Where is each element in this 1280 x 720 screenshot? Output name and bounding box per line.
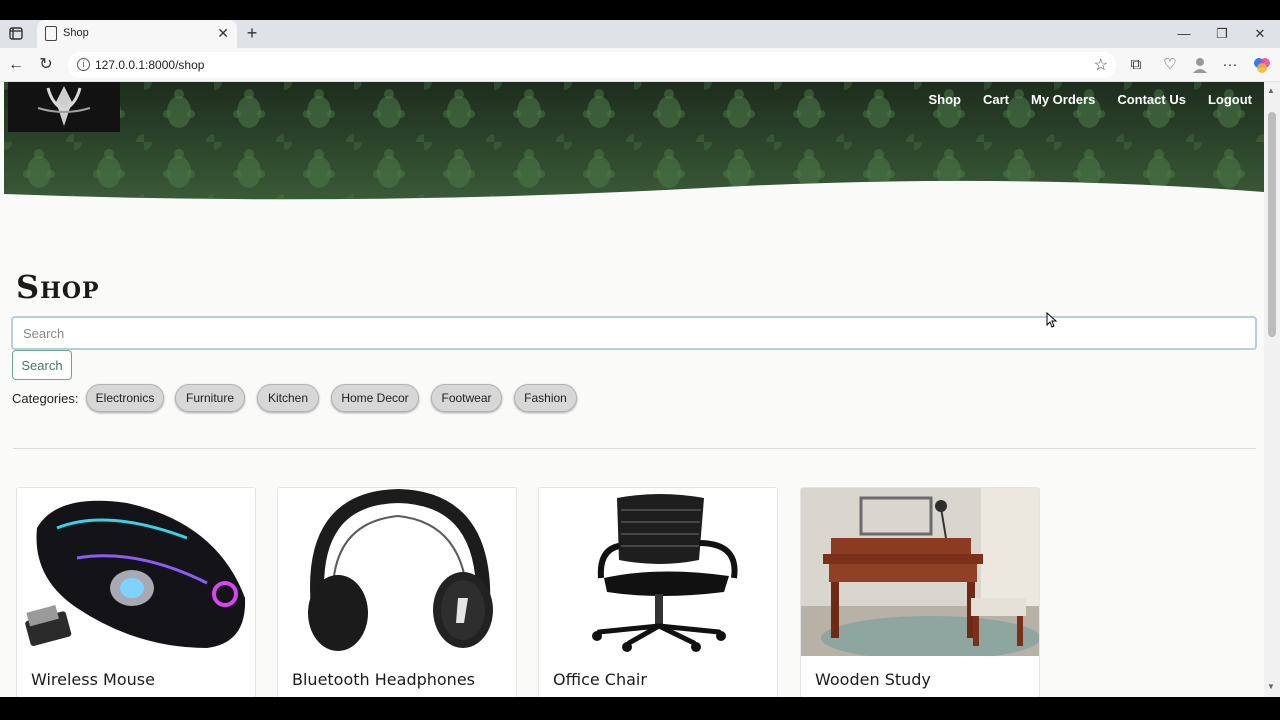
close-window-icon[interactable]: ✕	[1248, 24, 1272, 44]
site-info-icon[interactable]: i	[77, 58, 90, 71]
nav-shop-link[interactable]: Shop	[929, 92, 962, 107]
copilot-icon[interactable]	[1252, 55, 1272, 75]
tab-title: Shop	[63, 27, 89, 39]
minimize-icon[interactable]: —	[1172, 24, 1196, 44]
favorite-star-icon[interactable]: ☆	[1094, 55, 1108, 75]
browser-tab-active[interactable]: Shop ✕	[37, 20, 237, 48]
categories-label: Categories:	[12, 391, 79, 406]
product-card[interactable]: Office Chair	[538, 487, 778, 697]
page-title: Shop	[16, 268, 100, 306]
close-tab-icon[interactable]: ✕	[217, 25, 229, 41]
section-divider	[13, 448, 1256, 449]
product-name[interactable]: Wooden Study	[815, 670, 931, 689]
scroll-up-icon[interactable]: ▲	[1267, 86, 1275, 95]
extensions-icon[interactable]: ⧉	[1126, 55, 1146, 75]
scroll-down-icon[interactable]: ▼	[1267, 682, 1275, 691]
category-home-decor[interactable]: Home Decor	[331, 384, 419, 412]
category-furniture[interactable]: Furniture	[175, 384, 245, 412]
product-name[interactable]: Office Chair	[553, 670, 647, 689]
browser-essentials-icon[interactable]: ♡	[1160, 55, 1180, 75]
reload-icon[interactable]: ↻	[36, 55, 56, 75]
back-icon[interactable]: ←	[6, 55, 26, 75]
nav-logout-link[interactable]: Logout	[1208, 92, 1252, 107]
study-desk-image	[801, 488, 1039, 656]
page-scrollbar[interactable]: ▲ ▼	[1264, 82, 1280, 697]
more-menu-icon[interactable]: ···	[1220, 55, 1240, 75]
mouse-cursor-icon	[1046, 312, 1058, 328]
nav-contact-us-link[interactable]: Contact Us	[1117, 92, 1186, 107]
browser-toolbar: ← ↻ i 127.0.0.1:8000/shop ☆ ⧉ ♡ ···	[0, 48, 1280, 82]
search-button[interactable]: Search	[12, 350, 72, 380]
product-card[interactable]: Wireless Mouse	[16, 487, 256, 697]
address-bar[interactable]: i 127.0.0.1:8000/shop ☆	[68, 52, 1116, 78]
category-electronics[interactable]: Electronics	[86, 384, 164, 412]
page-icon	[45, 26, 57, 41]
url-text: 127.0.0.1:8000/shop	[95, 58, 205, 72]
new-tab-icon[interactable]: +	[243, 23, 261, 44]
category-footwear[interactable]: Footwear	[431, 384, 502, 412]
product-name[interactable]: Wireless Mouse	[31, 670, 155, 689]
hero-banner: Shop Cart My Orders Contact Us Logout	[4, 82, 1264, 207]
page-viewport: Shop Cart My Orders Contact Us Logout Sh…	[0, 82, 1280, 697]
product-name[interactable]: Bluetooth Headphones	[292, 670, 475, 689]
video-letterbox-top	[0, 0, 1280, 20]
scrollbar-thumb[interactable]	[1268, 112, 1276, 337]
browser-tab-strip: Shop ✕ + — ❐ ✕	[0, 20, 1280, 48]
product-card[interactable]: Wooden Study	[800, 487, 1040, 697]
video-letterbox-bottom	[0, 697, 1280, 720]
category-fashion[interactable]: Fashion	[514, 384, 577, 412]
product-card[interactable]: Bluetooth Headphones	[277, 487, 517, 697]
tab-actions-icon[interactable]	[6, 24, 26, 44]
nav-cart-link[interactable]: Cart	[983, 92, 1009, 107]
headphones-image	[278, 488, 516, 656]
category-kitchen[interactable]: Kitchen	[257, 384, 319, 412]
search-input[interactable]	[11, 316, 1257, 350]
office-chair-image	[539, 488, 777, 656]
site-logo[interactable]	[8, 82, 120, 132]
gaming-mouse-image	[17, 488, 255, 656]
restore-icon[interactable]: ❐	[1210, 24, 1234, 44]
main-navigation: Shop Cart My Orders Contact Us Logout	[929, 92, 1253, 107]
nav-my-orders-link[interactable]: My Orders	[1031, 92, 1095, 107]
profile-icon[interactable]	[1190, 55, 1210, 75]
